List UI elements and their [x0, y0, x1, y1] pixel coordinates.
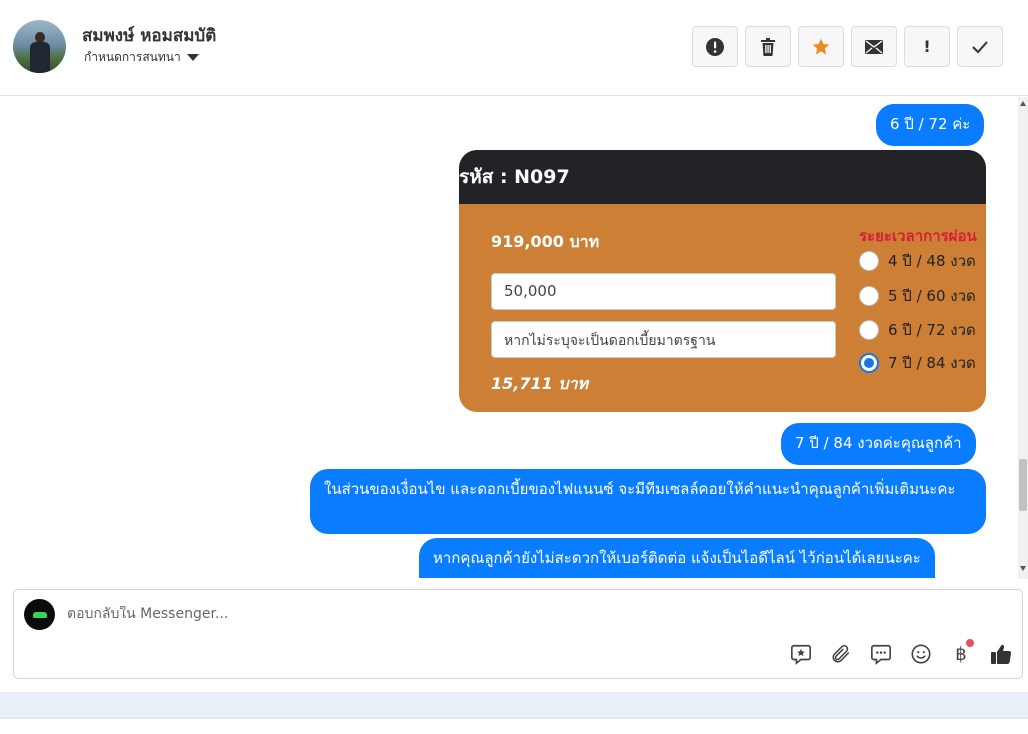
scroll-down-arrow-icon[interactable]	[1020, 566, 1026, 571]
payment-button[interactable]: ฿	[948, 639, 974, 667]
radio-button[interactable]	[859, 251, 879, 271]
period-option-label: 5 ปี / 60 งวด	[888, 287, 976, 305]
radio-button-selected[interactable]	[859, 353, 879, 373]
divider	[0, 718, 1028, 719]
scroll-up-arrow-icon[interactable]	[1020, 101, 1026, 106]
scrollbar-thumb[interactable]	[1019, 459, 1027, 511]
trash-icon	[761, 37, 775, 56]
conversation-toolbar: !	[692, 26, 1003, 67]
delete-button[interactable]	[745, 26, 791, 67]
spam-button[interactable]	[692, 26, 738, 67]
monthly-payment: 15,711 บาท	[491, 374, 588, 393]
conversation-settings-dropdown[interactable]: กำหนดการสนทนา	[84, 48, 199, 67]
saved-reply-button[interactable]	[788, 641, 814, 667]
saved-reply-icon	[791, 644, 811, 665]
period-option[interactable]: 5 ปี / 60 งวด	[859, 284, 976, 308]
period-option-label: 7 ปี / 84 งวด	[888, 354, 976, 372]
composer-actions: ฿	[788, 639, 1014, 667]
period-option[interactable]: 4 ปี / 48 งวด	[859, 249, 976, 273]
star-icon	[812, 38, 830, 54]
baht-icon: ฿	[955, 643, 967, 665]
message-bubble: หากคุณลูกค้ายังไม่สะดวกให้เบอร์ติดต่อ แจ…	[419, 538, 935, 578]
installment-calculator-card: รหัส : N097 919,000 บาท 50,000 หากไม่ระบ…	[459, 150, 986, 412]
radio-button[interactable]	[859, 286, 879, 306]
smiley-icon	[911, 644, 931, 664]
down-payment-field[interactable]: 50,000	[491, 273, 836, 310]
message-bubble: 6 ปี / 72 ค่ะ	[876, 104, 985, 146]
quick-reply-button[interactable]	[868, 641, 894, 667]
period-title: ระยะเวลาการผ่อน	[859, 227, 977, 245]
radio-button[interactable]	[859, 320, 879, 340]
paperclip-icon	[832, 644, 850, 663]
user-name[interactable]: สมพงษ์ หอมสมบัติ	[82, 22, 216, 49]
emoji-button[interactable]	[908, 641, 934, 667]
calculator-price: 919,000 บาท	[491, 232, 600, 251]
notification-dot	[966, 639, 974, 647]
period-option-label: 6 ปี / 72 งวด	[888, 321, 976, 339]
mark-unread-button[interactable]	[851, 26, 897, 67]
reply-input[interactable]	[67, 606, 767, 622]
alert-circle-icon	[706, 37, 724, 56]
follow-up-button[interactable]: !	[904, 26, 950, 67]
caret-down-icon	[186, 54, 199, 61]
user-avatar[interactable]	[13, 20, 66, 73]
page-avatar	[24, 599, 55, 630]
envelope-icon	[865, 39, 883, 54]
like-button[interactable]	[988, 641, 1014, 667]
interest-field[interactable]: หากไม่ระบุจะเป็นดอกเบี้ยมาตรฐาน	[491, 321, 836, 358]
message-bubble: 7 ปี / 84 งวดค่ะคุณลูกค้า	[781, 423, 976, 465]
attach-button[interactable]	[828, 641, 854, 667]
period-option[interactable]: 7 ปี / 84 งวด	[859, 351, 976, 375]
check-icon	[972, 40, 988, 53]
message-thread: 6 ปี / 72 ค่ะ รหัส : N097 919,000 บาท 50…	[0, 97, 1028, 579]
message-bubble: ในส่วนของเงื่อนไข และดอกเบี้ยของไฟแนนซ์ …	[310, 469, 986, 534]
reply-composer: ฿	[13, 589, 1023, 679]
star-button[interactable]	[798, 26, 844, 67]
thumbs-up-icon	[991, 644, 1012, 665]
period-option-label: 4 ปี / 48 งวด	[888, 252, 976, 270]
period-option[interactable]: 6 ปี / 72 งวด	[859, 318, 976, 342]
conversation-settings-label: กำหนดการสนทนา	[84, 50, 181, 64]
calculator-code: รหัส : N097	[459, 150, 986, 204]
footer-strip	[0, 692, 1028, 718]
conversation-header: สมพงษ์ หอมสมบัติ กำหนดการสนทนา !	[0, 0, 1028, 96]
chat-bubble-icon	[871, 644, 891, 665]
done-button[interactable]	[957, 26, 1003, 67]
